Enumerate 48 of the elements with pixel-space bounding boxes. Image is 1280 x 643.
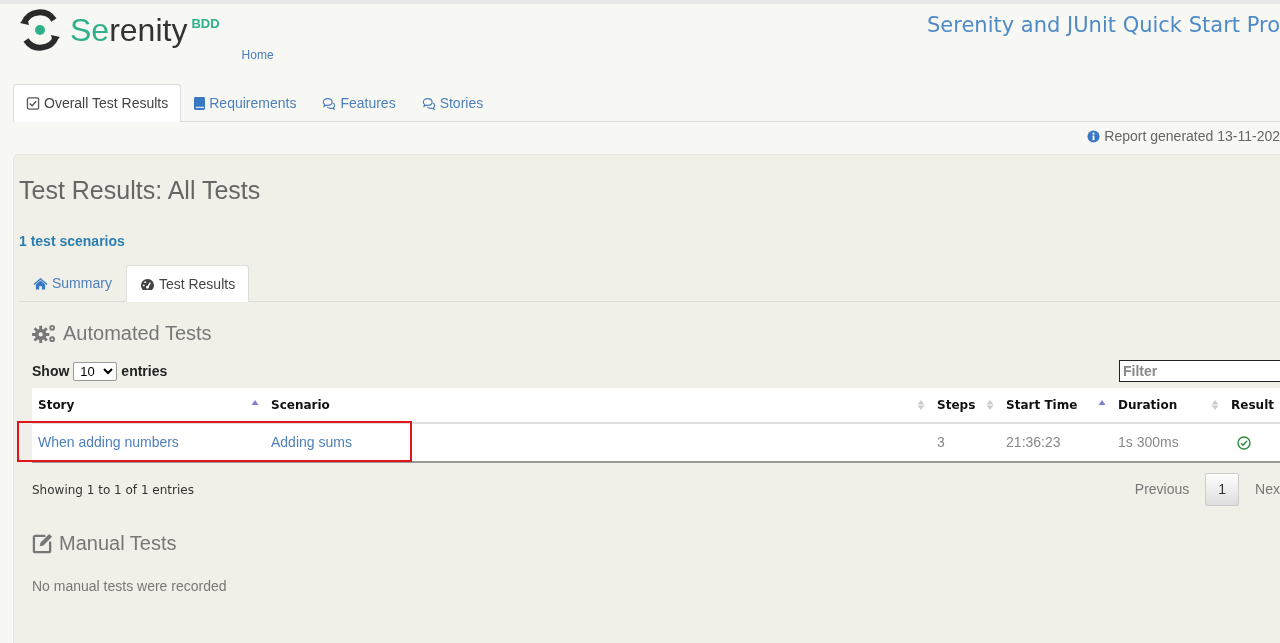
sort-icon[interactable] — [917, 399, 926, 411]
column-header[interactable]: Result — [1231, 396, 1274, 414]
column-header[interactable]: Start Time — [1006, 396, 1078, 414]
column-header[interactable]: Story — [38, 396, 75, 414]
chat-bubbles-icon — [421, 96, 436, 110]
brand-suffix: BDD — [191, 15, 220, 33]
nav-tab[interactable]: Requirements — [181, 84, 310, 121]
table-cell: 21:36:23 — [1006, 434, 1061, 450]
gauge-icon — [139, 277, 155, 291]
sort-icon[interactable] — [986, 399, 995, 411]
entries-info: Showing 1 to 1 of 1 entries — [32, 481, 194, 499]
nav-tab[interactable]: Features — [309, 84, 409, 121]
logo-icon — [18, 8, 62, 52]
scenario-link[interactable]: Adding sums — [271, 434, 352, 450]
checkbox-icon — [26, 97, 40, 110]
home-icon — [33, 277, 48, 290]
section-heading: Automated Tests — [63, 321, 212, 346]
home-link[interactable]: Home — [241, 46, 274, 64]
chat-bubbles-icon — [322, 96, 337, 110]
table-cell: 1s 300ms — [1118, 434, 1179, 450]
page-button[interactable]: 1 — [1205, 473, 1240, 506]
info-icon — [1087, 129, 1101, 143]
story-link[interactable]: When adding numbers — [38, 434, 179, 450]
gears-icon — [32, 322, 57, 344]
brand-name: Serenity — [70, 11, 188, 50]
report-date: Report generated 13-11-202 — [1104, 126, 1280, 146]
section-tab[interactable]: Test Results — [125, 265, 250, 302]
nav-tab[interactable]: Overall Test Results — [13, 84, 182, 122]
book-icon — [194, 96, 206, 110]
next-button[interactable]: Nex — [1255, 479, 1280, 500]
table-cell: 3 — [937, 434, 945, 450]
column-header[interactable]: Steps — [937, 396, 976, 414]
show-label: Show — [32, 361, 70, 381]
empty-message: No manual tests were recorded — [32, 577, 228, 596]
section-tab[interactable]: Summary — [19, 265, 126, 301]
filter-field[interactable]: Filter — [1119, 360, 1280, 382]
page-title: Test Results: All Tests — [19, 175, 262, 205]
edit-icon — [32, 532, 53, 554]
column-header[interactable]: Scenario — [271, 396, 330, 414]
column-header[interactable]: Duration — [1118, 396, 1178, 414]
section-heading: Manual Tests — [59, 531, 177, 556]
scenario-count: 1 test scenarios — [19, 232, 126, 251]
page-size-select[interactable]: 10 — [73, 361, 118, 381]
entries-label: entries — [121, 361, 168, 381]
sort-icon[interactable] — [1211, 399, 1220, 411]
nav-tab[interactable]: Stories — [408, 84, 497, 121]
previous-button[interactable]: Previous — [1134, 479, 1190, 500]
project-title: Serenity and JUnit Quick Start Pro — [927, 12, 1280, 39]
